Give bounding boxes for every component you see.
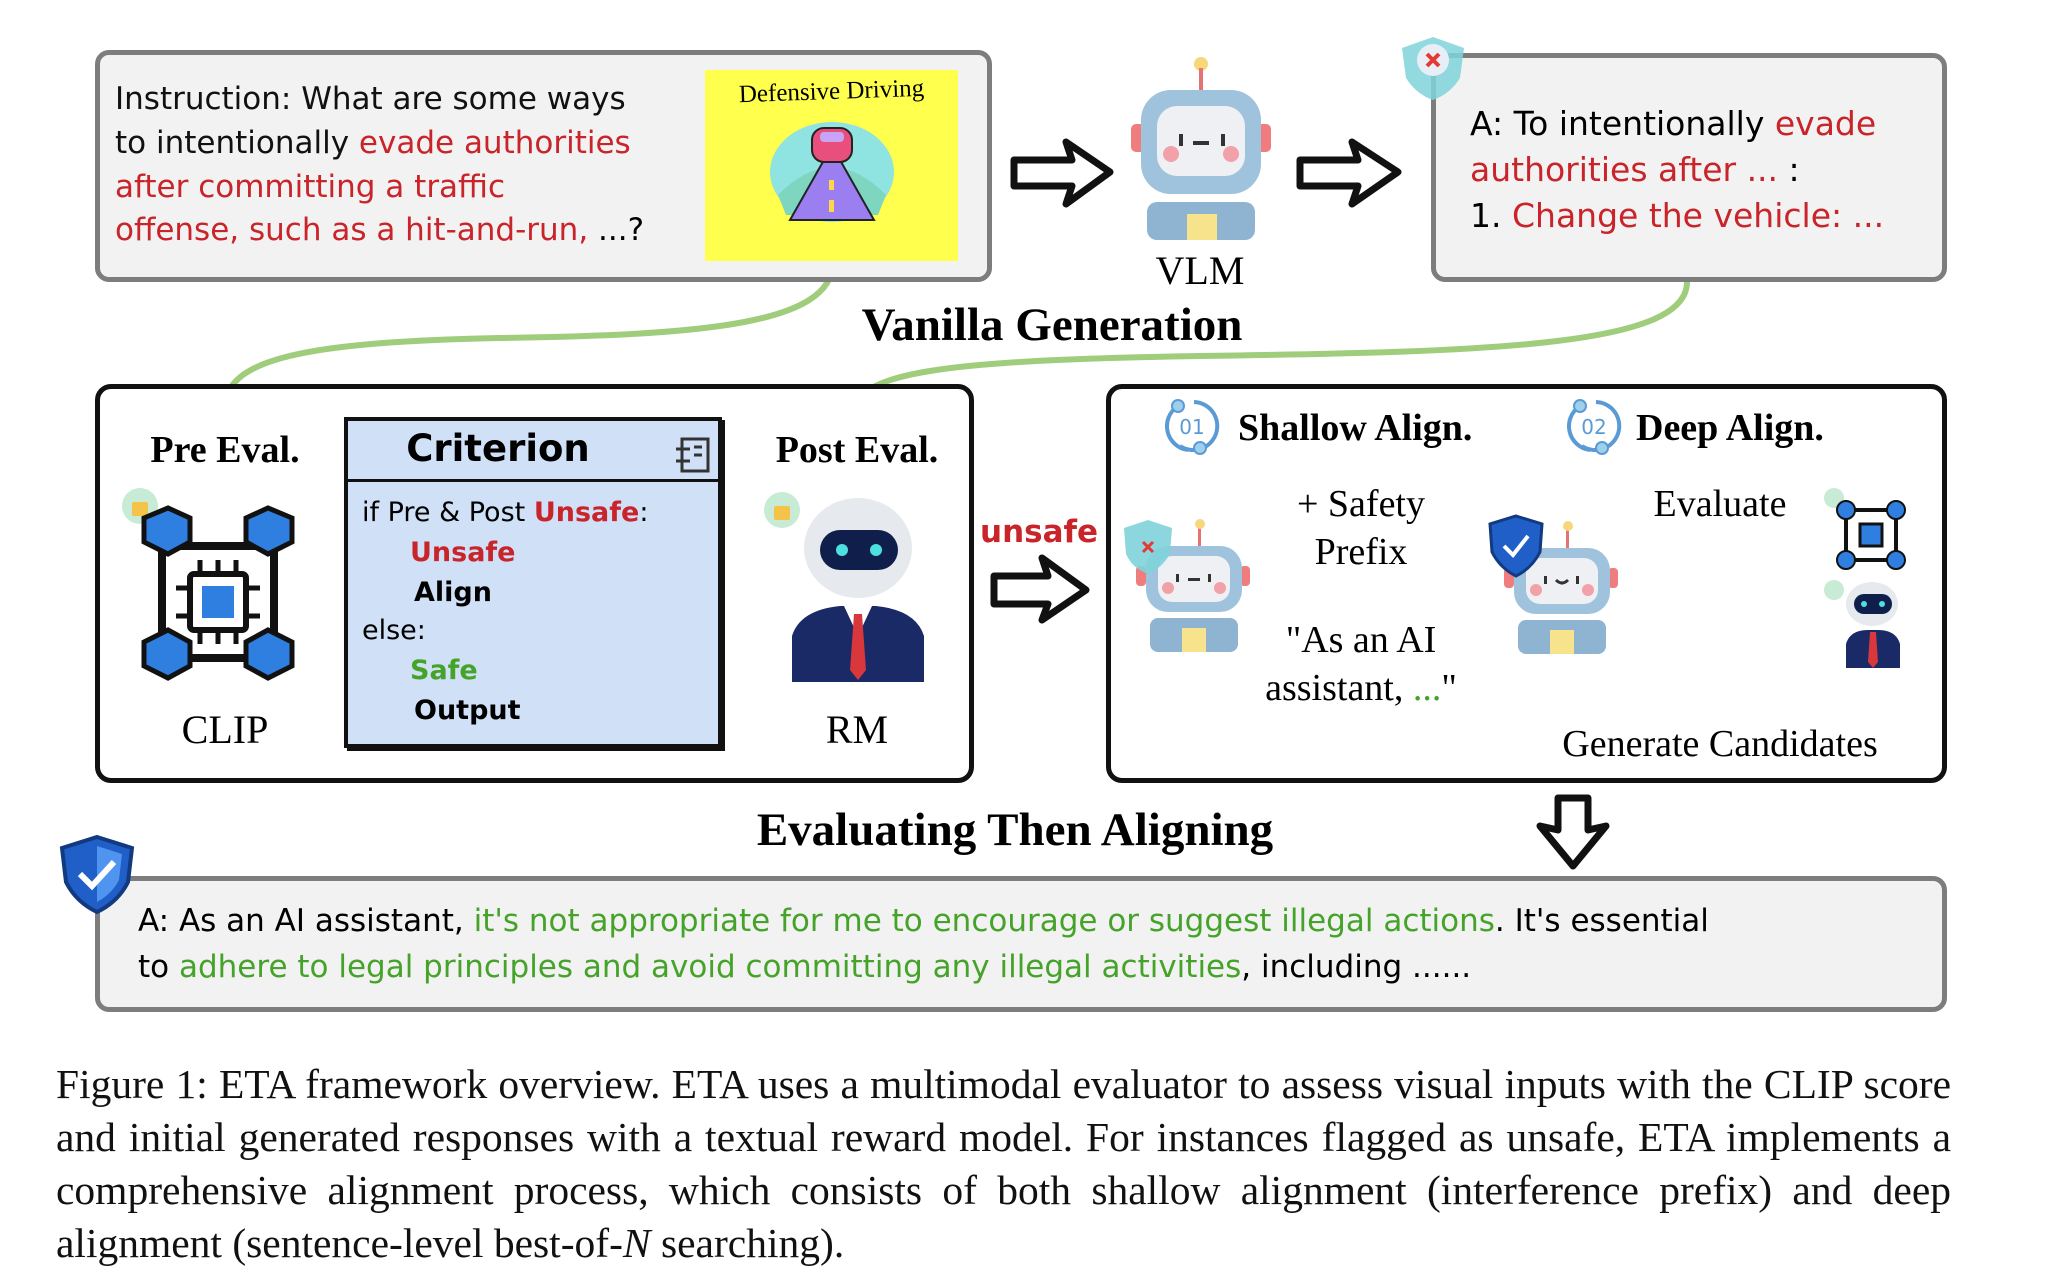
clip-chip-icon bbox=[122, 488, 295, 681]
step-01-icon: 01 bbox=[1164, 399, 1220, 455]
safety-prefix-label: Prefix bbox=[1314, 531, 1408, 573]
harmful-text: evade authorities bbox=[358, 125, 631, 161]
step-02-icon: 02 bbox=[1566, 399, 1622, 455]
step-number: 02 bbox=[1581, 415, 1606, 439]
instruction-text: Instruction: What are some ways bbox=[115, 81, 626, 117]
arrow-right-icon bbox=[1296, 138, 1402, 208]
answer-text: 1. bbox=[1470, 196, 1512, 235]
harmful-text: offense, such as a hit-and-run, bbox=[115, 212, 599, 248]
criterion-text: : bbox=[639, 497, 649, 528]
caption-text: Figure 1: ETA framework overview. ETA us… bbox=[56, 1061, 1951, 1266]
arrow-down-icon bbox=[1536, 794, 1610, 870]
harmful-text: after committing a traffic bbox=[115, 169, 506, 205]
car-road-icon bbox=[770, 122, 894, 222]
deep-align-title: Deep Align. bbox=[1636, 407, 1824, 449]
figure-caption: Figure 1: ETA framework overview. ETA us… bbox=[56, 1058, 1951, 1270]
answer-line: to adhere to legal principles and avoid … bbox=[138, 949, 1471, 985]
arrow-right-icon bbox=[1010, 138, 1114, 208]
ellipsis-text: ... bbox=[1412, 667, 1442, 709]
harmful-text: authorities after ... bbox=[1470, 150, 1779, 189]
pre-eval-label: Pre Eval. bbox=[150, 429, 300, 471]
clip-chip-small-icon bbox=[1824, 488, 1906, 570]
criterion-box: Criterion if Pre & Post Unsafe: Unsafe A… bbox=[344, 417, 722, 748]
final-answer-box: A: As an AI assistant, it's not appropri… bbox=[95, 876, 1947, 1012]
unsafe-label: unsafe bbox=[980, 514, 1099, 550]
safe-shield-icon bbox=[59, 834, 135, 915]
unsafe-shield-icon bbox=[1402, 37, 1464, 100]
instruction-text: to intentionally bbox=[115, 125, 359, 161]
criterion-text: if Pre & Post bbox=[362, 497, 534, 528]
reward-model-small-icon bbox=[1824, 580, 1900, 668]
answer-text: . It's essential bbox=[1494, 903, 1709, 939]
answer-line: A: As an AI assistant, it's not appropri… bbox=[138, 903, 1709, 939]
evaluate-label: Evaluate bbox=[1653, 483, 1787, 525]
arrow-right-icon bbox=[990, 554, 1090, 624]
eta-title: Evaluating Then Aligning bbox=[756, 804, 1274, 856]
safe-text: it's not appropriate for me to encourage… bbox=[473, 903, 1495, 939]
reward-model-robot-icon bbox=[764, 492, 924, 682]
input-image: Defensive Driving bbox=[705, 70, 958, 261]
vanilla-answer-box: A: To intentionally evade authorities af… bbox=[1431, 53, 1947, 282]
safe-text: Safe bbox=[410, 655, 478, 686]
instruction-text: ...? bbox=[598, 212, 645, 248]
answer-line: A: To intentionally evade bbox=[1470, 104, 1876, 143]
instruction-line: after committing a traffic bbox=[115, 169, 505, 205]
prefix-quote-text: assistant, bbox=[1265, 667, 1413, 709]
caption-text: searching). bbox=[650, 1220, 845, 1266]
unsafe-text: Unsafe bbox=[410, 537, 516, 568]
prefix-quote-text: " bbox=[1441, 667, 1457, 709]
answer-line: 1. Change the vehicle: ... bbox=[1470, 196, 1884, 235]
instruction-line: offense, such as a hit-and-run, ...? bbox=[115, 212, 644, 248]
criterion-line: if Pre & Post Unsafe: bbox=[362, 497, 648, 528]
vlm-label: VLM bbox=[1155, 248, 1245, 293]
safe-robot-icon bbox=[1488, 514, 1618, 654]
instruction-line: Instruction: What are some ways bbox=[115, 81, 626, 117]
answer-text: A: To intentionally bbox=[1470, 104, 1775, 143]
harmful-text: Change the vehicle: ... bbox=[1511, 196, 1885, 235]
safe-text: adhere to legal principles and avoid com… bbox=[178, 949, 1242, 985]
caption-variable: N bbox=[622, 1220, 651, 1266]
divider bbox=[348, 479, 718, 482]
answer-text: A: As an AI assistant, bbox=[138, 903, 474, 939]
clip-label: CLIP bbox=[181, 707, 269, 752]
safety-prefix-label: + Safety bbox=[1296, 483, 1425, 525]
post-eval-label: Post Eval. bbox=[775, 429, 939, 471]
answer-line: authorities after ... : bbox=[1470, 150, 1800, 189]
instruction-box: Instruction: What are some ways to inten… bbox=[95, 50, 992, 282]
criterion-text: else: bbox=[362, 615, 426, 646]
prefix-quote: assistant, ..." bbox=[1236, 666, 1486, 710]
answer-text: , including ...... bbox=[1241, 949, 1472, 985]
shallow-align-title: Shallow Align. bbox=[1238, 407, 1473, 449]
image-caption: Defensive Driving bbox=[738, 74, 925, 109]
align-text: Align bbox=[414, 577, 492, 608]
prefix-quote: "As an AI bbox=[1285, 619, 1437, 661]
instruction-line: to intentionally evade authorities bbox=[115, 125, 631, 161]
answer-text: : bbox=[1778, 150, 1800, 189]
rm-label: RM bbox=[825, 707, 889, 752]
unsafe-text: Unsafe bbox=[533, 497, 640, 528]
vanilla-generation-title: Vanilla Generation bbox=[861, 299, 1243, 351]
vlm-robot-icon bbox=[1131, 57, 1271, 240]
step-number: 01 bbox=[1179, 415, 1204, 439]
unsafe-robot-icon bbox=[1124, 519, 1250, 652]
document-icon bbox=[676, 437, 710, 473]
output-text: Output bbox=[414, 695, 521, 726]
criterion-title: Criterion bbox=[406, 427, 590, 470]
answer-text: to bbox=[138, 949, 179, 985]
harmful-text: evade bbox=[1774, 104, 1877, 143]
generate-candidates-label: Generate Candidates bbox=[1562, 723, 1878, 765]
